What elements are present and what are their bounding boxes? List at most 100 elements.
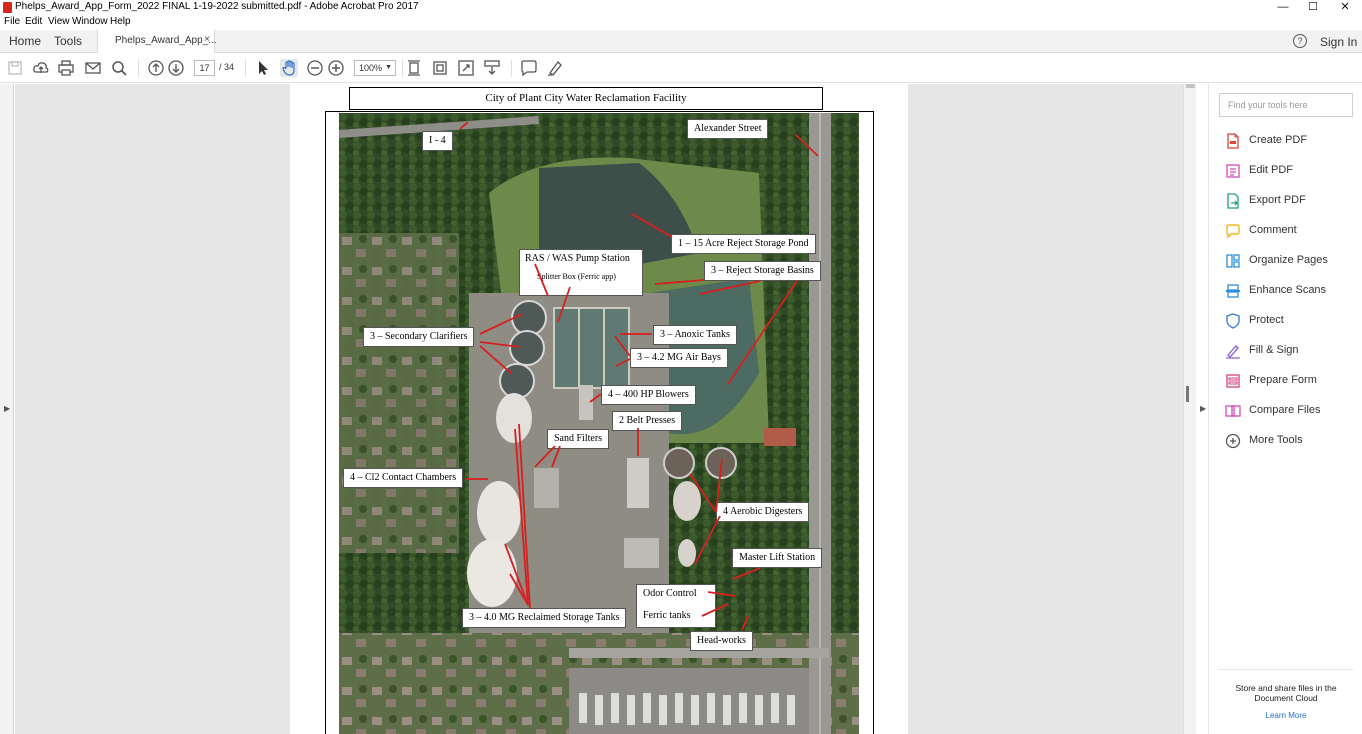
next-page-icon[interactable] — [167, 59, 185, 77]
tool-label: Edit PDF — [1249, 164, 1294, 176]
export-pdf-icon — [1225, 193, 1241, 209]
tab-bar: Home Tools Phelps_Award_App_... × ? Sign… — [0, 30, 1362, 53]
tab-document[interactable]: Phelps_Award_App_... × — [97, 30, 217, 53]
vertical-scrollbar[interactable] — [1183, 84, 1196, 734]
menu-help[interactable]: Help — [110, 16, 131, 27]
tools-search-input[interactable]: Find your tools here — [1219, 93, 1353, 117]
tool-label: Export PDF — [1249, 194, 1306, 206]
label-master-lift: Master Lift Station — [732, 548, 823, 568]
highlight-pen-icon[interactable] — [546, 59, 564, 77]
print-icon[interactable] — [57, 59, 75, 77]
label-belt-presses: 2 Belt Presses — [612, 411, 683, 431]
zoom-in-icon[interactable] — [327, 59, 345, 77]
tool-enhance-scans[interactable]: Enhance Scans — [1222, 282, 1358, 300]
collapse-right-pane-icon[interactable]: ▶ — [1200, 404, 1206, 413]
label-reclaimed-tanks: 3 – 4.0 MG Reclaimed Storage Tanks — [462, 608, 627, 628]
label-secondary-clarifiers: 3 – Secondary Clarifiers — [363, 327, 475, 347]
fill-sign-icon — [1225, 343, 1241, 359]
label-anoxic-tanks: 3 – Anoxic Tanks — [653, 325, 737, 345]
pdf-page: City of Plant City Water Reclamation Fac… — [290, 84, 908, 734]
tool-label: Organize Pages — [1249, 254, 1328, 266]
expand-left-icon[interactable]: ▶ — [4, 404, 10, 413]
tool-comment[interactable]: Comment — [1222, 222, 1358, 240]
label-aerobic-digesters: 4 Aerobic Digesters — [716, 502, 810, 522]
label-air-bays: 3 – 4.2 MG Air Bays — [630, 348, 728, 368]
label-reject-pond: 1 – 15 Acre Reject Storage Pond — [671, 234, 816, 254]
search-icon[interactable] — [110, 59, 128, 77]
full-screen-icon[interactable] — [457, 59, 475, 77]
chevron-down-icon: ▼ — [385, 64, 392, 71]
zoom-level-select[interactable]: 100% ▼ — [354, 60, 396, 76]
learn-more-link[interactable]: Learn More — [1226, 711, 1346, 720]
label-blowers: 4 – 400 HP Blowers — [601, 385, 696, 405]
compare-files-icon — [1225, 403, 1241, 419]
aerial-photo-drawing — [339, 113, 859, 734]
label-splitter-box: Splitter Box (Ferric app) — [537, 272, 616, 281]
label-ras-was: RAS / WAS Pump Station Splitter Box (Fer… — [519, 249, 643, 296]
organize-pages-icon — [1225, 253, 1241, 269]
tab-tools[interactable]: Tools — [54, 34, 82, 48]
help-icon[interactable]: ? — [1293, 34, 1307, 48]
window-title: Phelps_Award_App_Form_2022 FINAL 1-19-20… — [15, 1, 419, 12]
acrobat-icon — [3, 2, 12, 13]
tools-pane: ▶ Find your tools here Create PDF Edit P… — [1196, 84, 1362, 734]
tool-create-pdf[interactable]: Create PDF — [1222, 132, 1358, 150]
save-icon[interactable] — [6, 59, 24, 77]
rotate-view-icon[interactable] — [431, 59, 449, 77]
tool-export-pdf[interactable]: Export PDF — [1222, 192, 1358, 210]
label-odor-control: Odor Control — [643, 588, 697, 599]
page-total: / 34 — [219, 62, 235, 72]
sign-in-button[interactable]: Sign In — [1320, 35, 1357, 49]
aerial-photo — [339, 113, 859, 734]
tool-fill-sign[interactable]: Fill & Sign — [1222, 342, 1358, 360]
label-odor-ferric: Odor Control Ferric tanks — [636, 584, 716, 628]
minimize-button[interactable]: — — [1268, 0, 1298, 15]
scroll-mode-icon[interactable] — [483, 59, 501, 77]
tab-home[interactable]: Home — [9, 34, 41, 48]
document-viewport[interactable]: City of Plant City Water Reclamation Fac… — [15, 84, 1183, 734]
protect-icon — [1225, 313, 1241, 329]
previous-page-icon[interactable] — [147, 59, 165, 77]
tool-prepare-form[interactable]: Prepare Form — [1222, 372, 1358, 390]
menu-bar: File Edit View Window Help — [0, 15, 1362, 30]
menu-file[interactable]: File — [4, 16, 20, 27]
label-alexander-street: Alexander Street — [687, 119, 769, 139]
pane-splitter-handle[interactable] — [1186, 386, 1189, 402]
tool-label: Comment — [1249, 224, 1297, 236]
label-headworks: Head-works — [690, 631, 753, 651]
tool-compare-files[interactable]: Compare Files — [1222, 402, 1358, 420]
upload-cloud-icon[interactable] — [32, 59, 50, 77]
scrollbar-thumb[interactable] — [1186, 84, 1195, 88]
tool-edit-pdf[interactable]: Edit PDF — [1222, 162, 1358, 180]
tool-protect[interactable]: Protect — [1222, 312, 1358, 330]
menu-window[interactable]: Window — [72, 16, 108, 27]
tab-close-icon[interactable]: × — [204, 34, 210, 45]
hand-tool-icon[interactable] — [280, 59, 298, 77]
menu-view[interactable]: View — [48, 16, 70, 27]
label-i4: I - 4 — [422, 131, 453, 151]
close-button[interactable]: ✕ — [1330, 0, 1360, 15]
tool-label: Prepare Form — [1249, 374, 1317, 386]
zoom-out-icon[interactable] — [306, 59, 324, 77]
document-cloud-text: Store and share files in the Document Cl… — [1235, 683, 1337, 703]
tool-label: Fill & Sign — [1249, 344, 1299, 356]
comment-icon — [1225, 223, 1241, 239]
tab-document-label: Phelps_Award_App_... — [115, 35, 217, 46]
tool-label: More Tools — [1249, 434, 1303, 446]
left-panel-toggle[interactable]: ▶ — [0, 84, 14, 734]
tool-organize-pages[interactable]: Organize Pages — [1222, 252, 1358, 270]
title-bar: Phelps_Award_App_Form_2022 FINAL 1-19-20… — [0, 0, 1362, 15]
maximize-button[interactable]: ☐ — [1298, 0, 1328, 15]
menu-edit[interactable]: Edit — [25, 16, 42, 27]
label-cl2-chambers: 4 – Cl2 Contact Chambers — [343, 468, 464, 488]
tool-label: Enhance Scans — [1249, 284, 1327, 296]
tool-more-tools[interactable]: More Tools — [1222, 432, 1358, 450]
page-number-input[interactable]: 17 — [194, 60, 215, 76]
tool-label: Compare Files — [1249, 404, 1321, 416]
fit-page-icon[interactable] — [405, 59, 423, 77]
page-heading: City of Plant City Water Reclamation Fac… — [349, 87, 823, 110]
email-icon[interactable] — [84, 59, 102, 77]
select-tool-icon[interactable] — [254, 59, 272, 77]
comment-tool-icon[interactable] — [520, 59, 538, 77]
label-reject-basins: 3 – Reject Storage Basins — [704, 261, 821, 281]
